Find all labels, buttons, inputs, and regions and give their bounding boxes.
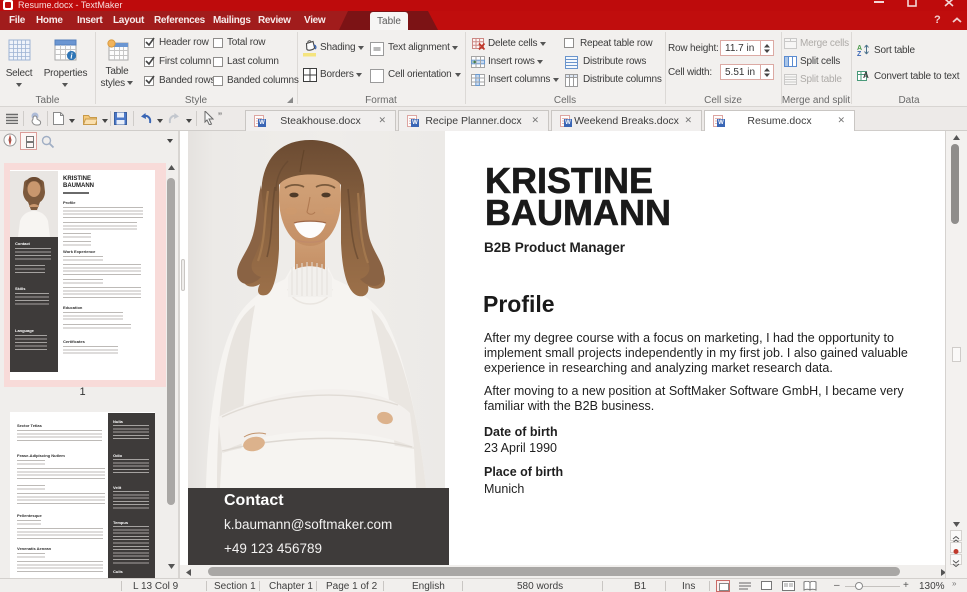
svg-text:A: A — [863, 71, 869, 80]
svg-text:Z: Z — [857, 51, 862, 56]
